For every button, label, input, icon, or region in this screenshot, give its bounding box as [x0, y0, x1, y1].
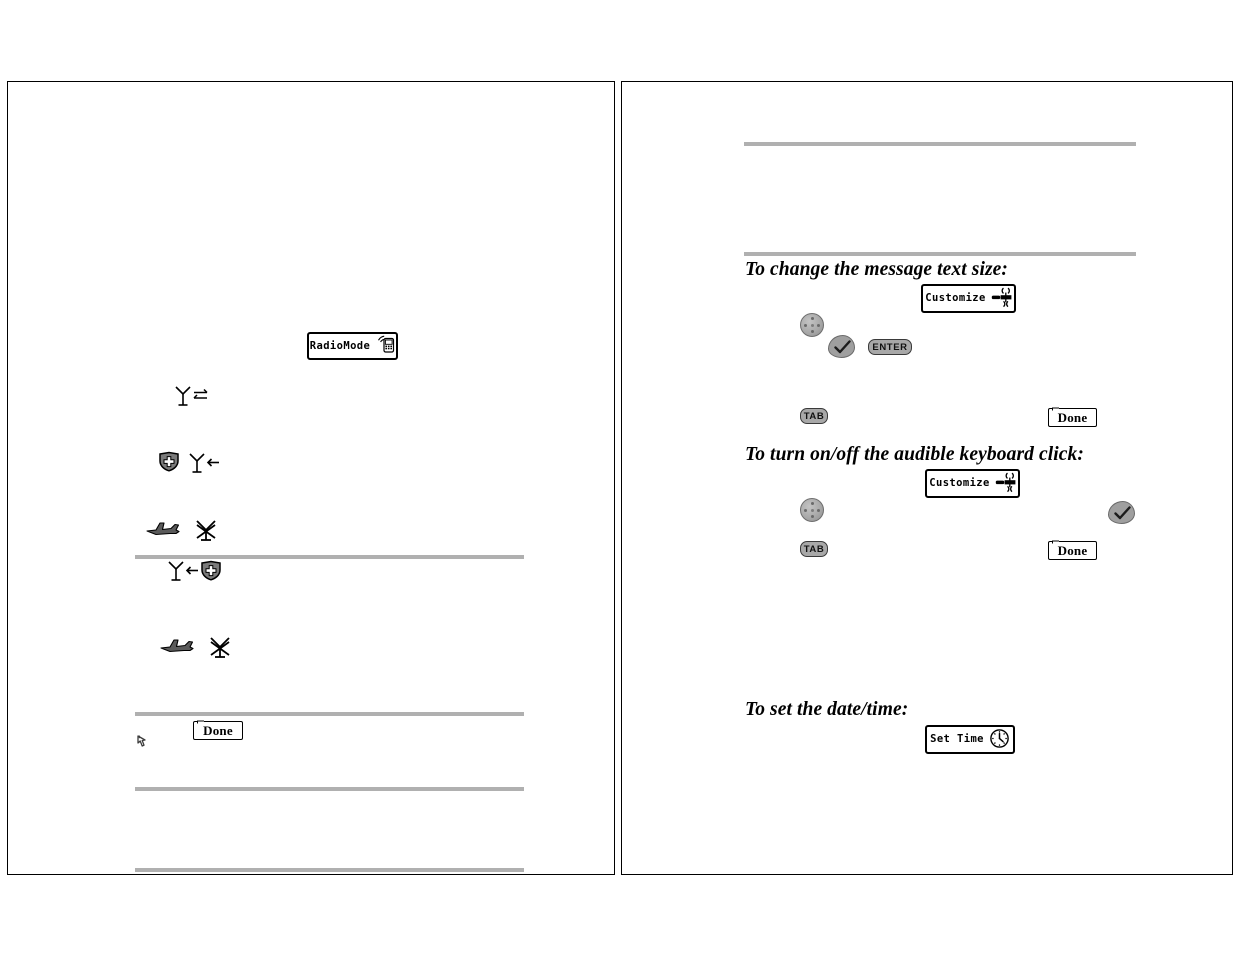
section-rule: [135, 868, 524, 872]
wrench-screwdriver-icon: [991, 287, 1012, 311]
radiomode-button-label: RadioMode: [309, 339, 371, 352]
antenna-crossed-out-icon: [207, 634, 233, 665]
wrench-screwdriver-icon: [995, 472, 1016, 496]
trackpad-nav-disc[interactable]: [800, 498, 824, 522]
left-page: RadioMode Done: [7, 81, 615, 875]
heading-set-date-time: To set the date/time:: [745, 699, 909, 720]
heading-audible-keyboard-click: To turn on/off the audible keyboard clic…: [745, 444, 1084, 465]
customize-button[interactable]: Customize: [925, 469, 1020, 498]
tab-key[interactable]: TAB: [800, 408, 828, 424]
set-time-button-label: Set Time: [930, 733, 984, 746]
radiomode-button[interactable]: RadioMode: [307, 332, 398, 360]
heading-change-text-size: To change the message text size:: [745, 259, 1009, 280]
done-button-label: Done: [1057, 542, 1088, 558]
hand-pointer-cursor-icon: [136, 735, 150, 758]
section-rule: [744, 252, 1136, 256]
customize-button-label: Customize: [925, 292, 986, 305]
section-rule: [135, 712, 524, 716]
done-button[interactable]: Done: [1048, 408, 1097, 427]
enter-key-label: ENTER: [872, 341, 908, 353]
manual-page-spread: RadioMode Done To change the message tex…: [0, 0, 1235, 954]
antenna-left-arrow-icon: [187, 451, 221, 480]
shield-plus-icon: [158, 451, 180, 477]
done-button-label: Done: [203, 722, 233, 738]
done-button[interactable]: Done: [193, 721, 243, 740]
section-rule: [744, 142, 1136, 146]
check-confirm-key[interactable]: [1108, 501, 1135, 524]
tab-key[interactable]: TAB: [800, 541, 828, 557]
handset-radio-waves-icon: [375, 335, 395, 357]
airplane-icon: [160, 636, 196, 661]
airplane-icon: [146, 519, 182, 544]
trackpad-nav-disc[interactable]: [800, 313, 824, 337]
enter-key[interactable]: ENTER: [868, 339, 912, 355]
right-page: To change the message text size: Customi…: [621, 81, 1233, 875]
section-rule: [135, 787, 524, 791]
done-button-label: Done: [1057, 409, 1088, 425]
customize-button-label: Customize: [929, 477, 990, 490]
check-confirm-key[interactable]: [828, 335, 855, 358]
set-time-button[interactable]: Set Time: [925, 725, 1015, 754]
tab-key-label: TAB: [803, 410, 825, 422]
customize-button[interactable]: Customize: [921, 284, 1016, 313]
tab-key-label: TAB: [803, 543, 825, 555]
antenna-crossed-out-icon: [193, 517, 219, 548]
done-button[interactable]: Done: [1048, 541, 1097, 560]
antenna-two-way-arrows-icon: [173, 384, 210, 413]
antenna-left-arrow-shield-icon: [166, 559, 226, 588]
clock-icon: [989, 728, 1010, 752]
